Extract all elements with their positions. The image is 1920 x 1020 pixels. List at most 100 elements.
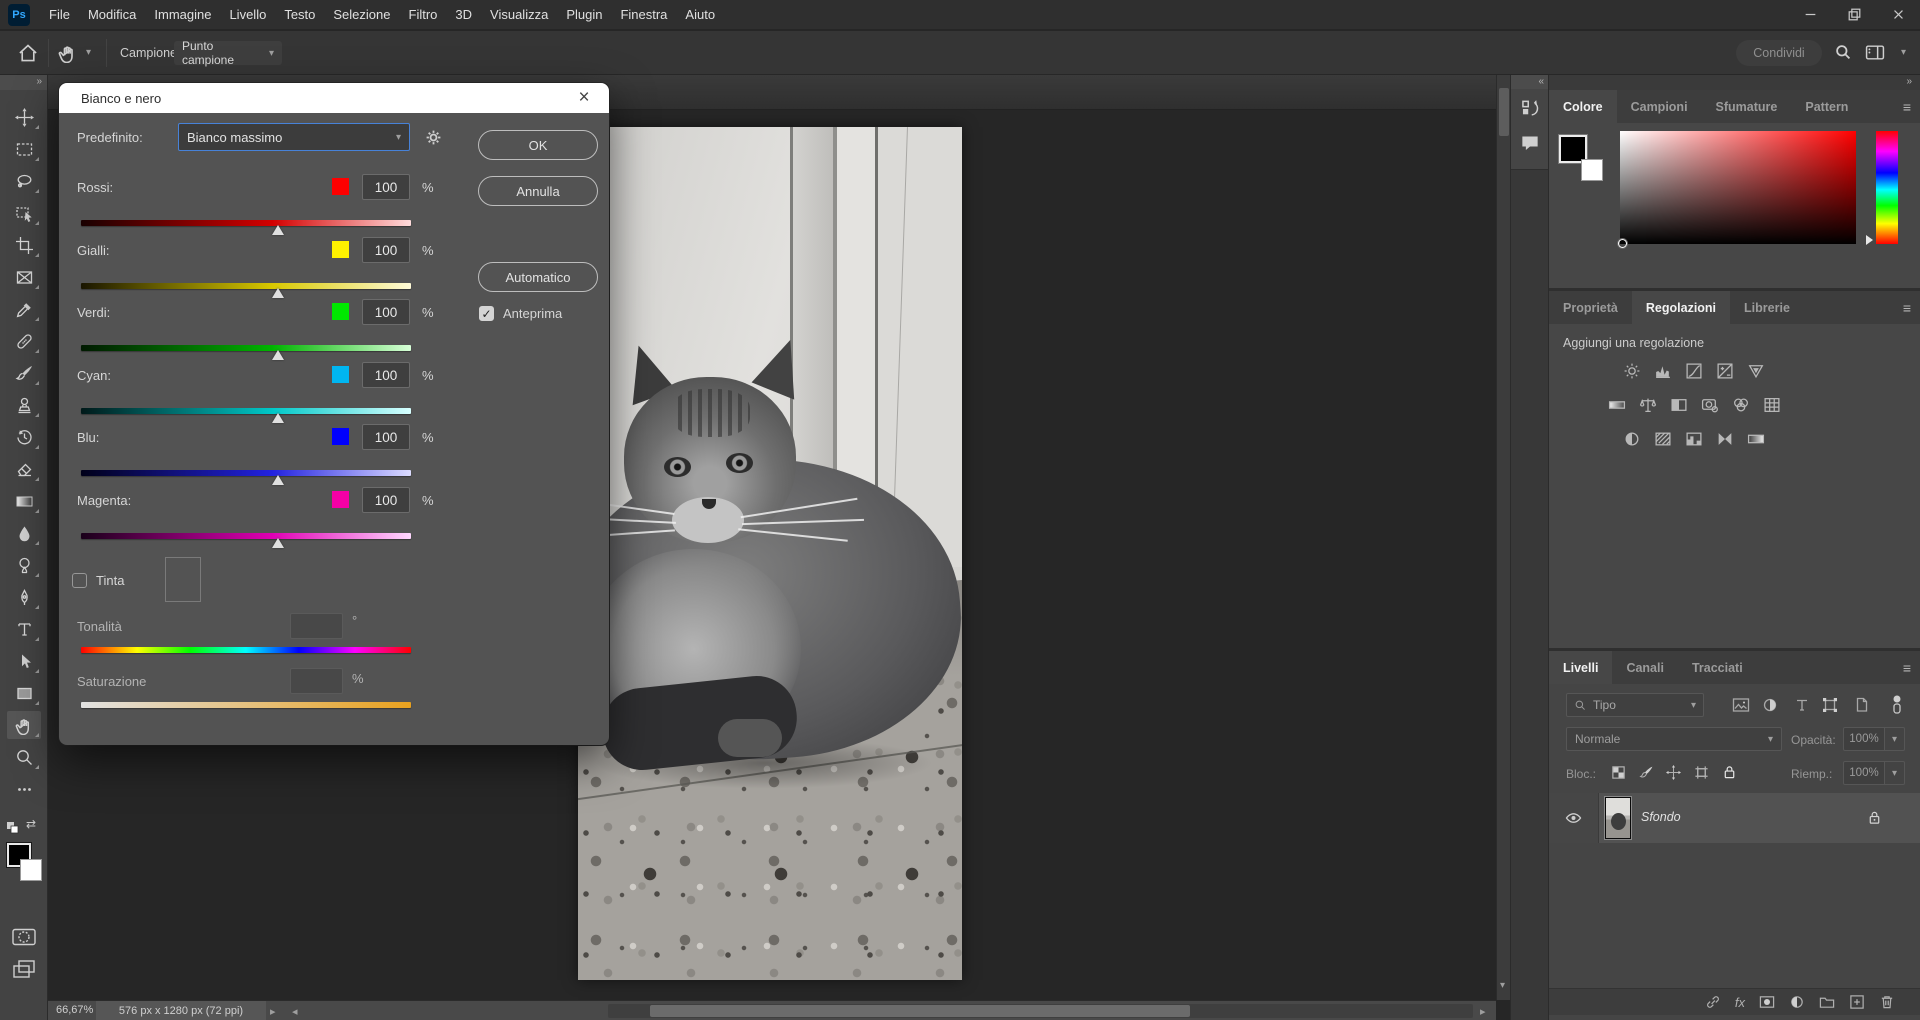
layer-row-sfondo[interactable]: Sfondo xyxy=(1549,793,1920,843)
tab-campioni[interactable]: Campioni xyxy=(1617,90,1702,123)
menu-visualizza[interactable]: Visualizza xyxy=(481,0,557,30)
document-photo[interactable] xyxy=(578,127,962,980)
lock-pixels-icon[interactable] xyxy=(1639,765,1654,780)
fill-dropdown-icon[interactable]: ▾ xyxy=(1885,761,1905,785)
ok-button[interactable]: OK xyxy=(478,130,598,160)
gradient-map-icon[interactable] xyxy=(1747,430,1765,448)
layer-name[interactable]: Sfondo xyxy=(1641,810,1681,824)
new-group-icon[interactable] xyxy=(1819,994,1835,1010)
slider-color-swatch[interactable] xyxy=(332,428,349,445)
menu-plugin[interactable]: Plugin xyxy=(557,0,611,30)
hue-slider[interactable] xyxy=(1876,131,1898,244)
slider-thumb[interactable] xyxy=(272,413,284,423)
dialog-close-icon[interactable]: × xyxy=(569,83,599,113)
new-adjustment-layer-icon[interactable] xyxy=(1789,994,1805,1010)
cancel-button[interactable]: Annulla xyxy=(478,176,598,206)
vertical-scrollbar-thumb[interactable] xyxy=(1499,88,1509,136)
filter-shape-icon[interactable] xyxy=(1822,697,1838,713)
slider-track-verdi[interactable] xyxy=(81,345,411,351)
tool-more-tools[interactable] xyxy=(7,775,41,803)
search-icon[interactable] xyxy=(1834,43,1853,62)
color-field-picker[interactable] xyxy=(1618,239,1627,248)
panel-menu-icon[interactable]: ≡ xyxy=(1903,291,1920,324)
foreground-color-swatch[interactable] xyxy=(1561,137,1585,161)
swap-colors-icon[interactable]: ⇄ xyxy=(26,817,36,831)
tab-pattern[interactable]: Pattern xyxy=(1791,90,1862,123)
fill-value[interactable]: 100% xyxy=(1843,761,1885,785)
background-color-swatch[interactable] xyxy=(20,859,42,881)
tab-tracciati[interactable]: Tracciati xyxy=(1678,651,1757,684)
opacity-value[interactable]: 100% xyxy=(1843,727,1885,751)
horizontal-scrollbar[interactable] xyxy=(608,1004,1473,1018)
vibrance-icon[interactable] xyxy=(1747,362,1765,380)
lock-artboard-icon[interactable] xyxy=(1694,765,1709,780)
filter-adjustment-icon[interactable] xyxy=(1762,697,1778,713)
tint-color-swatch[interactable] xyxy=(165,557,201,602)
opacity-dropdown-icon[interactable]: ▾ xyxy=(1885,727,1905,751)
slider-thumb[interactable] xyxy=(272,288,284,298)
dock-expand-icon[interactable]: « xyxy=(1511,75,1549,89)
slider-value-input[interactable]: 100 xyxy=(362,174,410,200)
menu-immagine[interactable]: Immagine xyxy=(145,0,220,30)
tool-rectangular-marquee[interactable] xyxy=(7,135,41,163)
background-color-swatch[interactable] xyxy=(1581,159,1603,181)
tool-dodge[interactable] xyxy=(7,551,41,579)
tool-brush[interactable] xyxy=(7,359,41,387)
layer-mask-icon[interactable] xyxy=(1759,994,1775,1010)
lock-transparency-icon[interactable] xyxy=(1611,765,1626,780)
photoshop-logo-icon[interactable]: Ps xyxy=(8,4,30,26)
document-info[interactable]: 576 px x 1280 px (72 ppi) xyxy=(96,1001,266,1020)
menu-testo[interactable]: Testo xyxy=(275,0,324,30)
tool-path-selection[interactable] xyxy=(7,647,41,675)
slider-track-magenta[interactable] xyxy=(81,533,411,539)
slider-color-swatch[interactable] xyxy=(332,303,349,320)
default-colors-icon[interactable] xyxy=(6,821,19,834)
menu-3d[interactable]: 3D xyxy=(446,0,481,30)
tool-lasso[interactable] xyxy=(7,167,41,195)
share-button[interactable]: Condividi xyxy=(1736,40,1822,66)
filter-toggle[interactable] xyxy=(1889,693,1905,716)
chevron-down-icon[interactable]: ▾ xyxy=(86,47,91,58)
invert-icon[interactable] xyxy=(1623,430,1641,448)
filter-smart-object-icon[interactable] xyxy=(1854,697,1870,713)
layer-visibility-cell[interactable] xyxy=(1549,793,1599,843)
hue-saturation-icon[interactable] xyxy=(1608,396,1626,414)
history-panel-icon[interactable] xyxy=(1520,99,1540,119)
layer-thumbnail[interactable] xyxy=(1605,797,1631,839)
horizontal-scrollbar-thumb[interactable] xyxy=(650,1005,1190,1017)
menu-filtro[interactable]: Filtro xyxy=(400,0,447,30)
threshold-icon[interactable] xyxy=(1685,430,1703,448)
tool-eyedropper[interactable] xyxy=(7,295,41,323)
panel-menu-icon[interactable]: ≡ xyxy=(1903,90,1920,123)
color-lookup-icon[interactable] xyxy=(1763,396,1781,414)
layer-effects-icon[interactable]: fx xyxy=(1735,995,1745,1010)
status-popup-icon[interactable]: ▸ xyxy=(270,1005,276,1018)
menu-file[interactable]: File xyxy=(40,0,79,30)
menu-selezione[interactable]: Selezione xyxy=(324,0,399,30)
black-white-icon[interactable] xyxy=(1670,396,1688,414)
toolbar-collapse-icon[interactable]: » xyxy=(0,75,47,90)
posterize-icon[interactable] xyxy=(1654,430,1672,448)
hand-tool-icon[interactable] xyxy=(58,43,78,63)
slider-thumb[interactable] xyxy=(272,350,284,360)
channel-mixer-icon[interactable] xyxy=(1732,396,1750,414)
slider-value-input[interactable]: 100 xyxy=(362,299,410,325)
tab-colore[interactable]: Colore xyxy=(1549,90,1617,123)
slider-track-rossi[interactable] xyxy=(81,220,411,226)
vertical-scrollbar[interactable]: ▾ xyxy=(1496,75,1510,1000)
dock-collapse-icon[interactable]: » xyxy=(1549,75,1920,90)
slider-value-input[interactable]: 100 xyxy=(362,424,410,450)
preview-checkbox[interactable]: ✓ xyxy=(479,306,494,321)
curves-icon[interactable] xyxy=(1685,362,1703,380)
slider-thumb[interactable] xyxy=(272,475,284,485)
exposure-icon[interactable] xyxy=(1716,362,1734,380)
tool-gradient[interactable] xyxy=(7,487,41,515)
tool-eraser[interactable] xyxy=(7,455,41,483)
auto-button[interactable]: Automatico xyxy=(478,262,598,292)
slider-track-blu[interactable] xyxy=(81,470,411,476)
slider-color-swatch[interactable] xyxy=(332,491,349,508)
blend-mode-select[interactable]: Normale ▾ xyxy=(1566,727,1782,751)
photo-filter-icon[interactable] xyxy=(1701,396,1719,414)
slider-thumb[interactable] xyxy=(272,225,284,235)
slider-color-swatch[interactable] xyxy=(332,366,349,383)
